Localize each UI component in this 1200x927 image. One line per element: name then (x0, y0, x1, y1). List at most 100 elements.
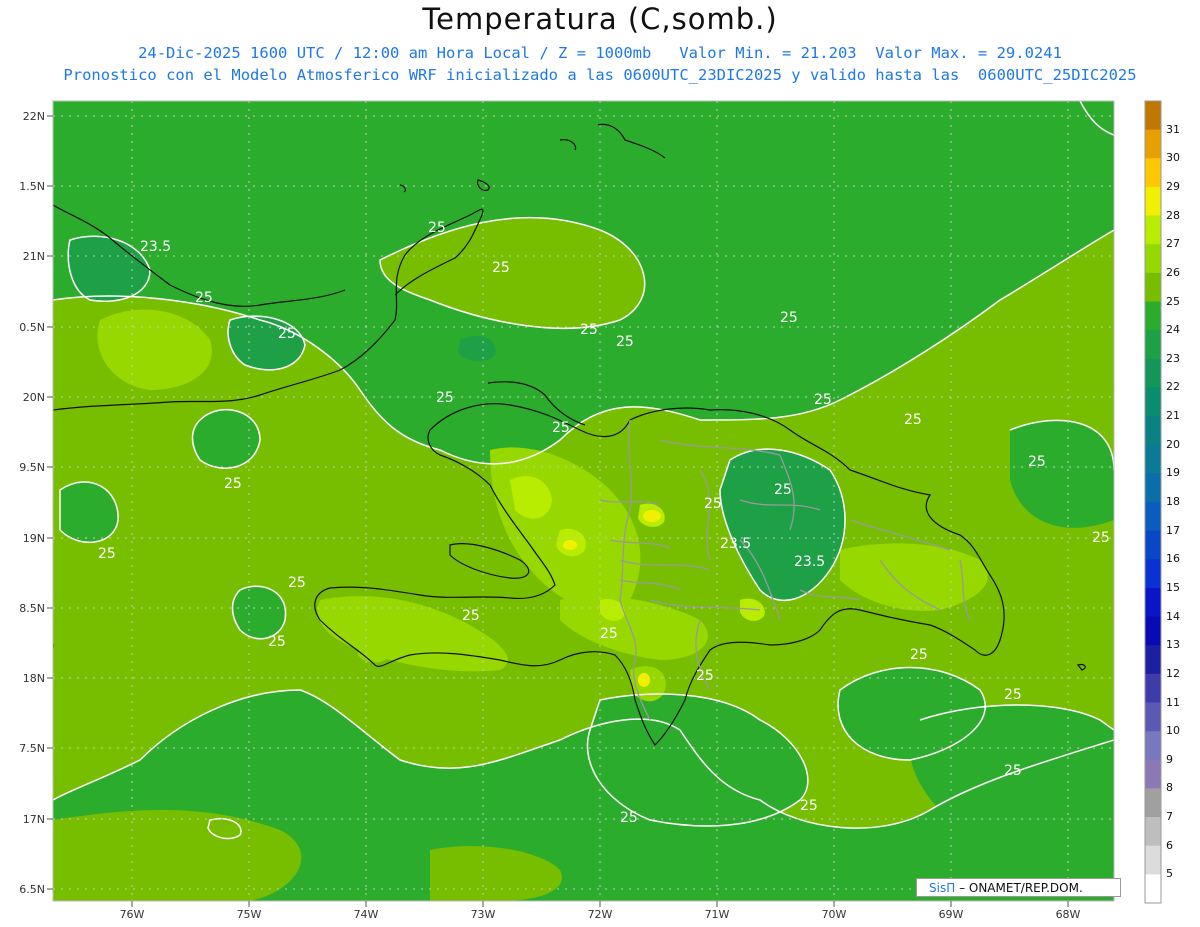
svg-text:25: 25 (600, 626, 618, 642)
lat-label: 9.5N (19, 461, 45, 474)
colorbar-value: 19 (1166, 466, 1180, 480)
colorbar-swatch (1145, 330, 1161, 360)
svg-text:25: 25 (1092, 530, 1110, 546)
svg-text:25: 25 (1028, 454, 1046, 470)
svg-text:25: 25 (436, 390, 454, 406)
lon-label: 72W (587, 908, 613, 921)
svg-text:25: 25 (288, 575, 306, 591)
lon-label: 75W (236, 908, 262, 921)
colorbar-value: 21 (1166, 409, 1180, 423)
svg-text:25: 25 (910, 647, 928, 663)
colorbar-value: 11 (1166, 695, 1180, 709)
colorbar-swatch (1145, 416, 1161, 446)
svg-text:25: 25 (774, 482, 792, 498)
lon-label: 74W (353, 908, 379, 921)
colorbar-value: 29 (1166, 179, 1180, 193)
credit-box: SisΠ – ONAMET/REP.DOM. (916, 878, 1121, 897)
colorbar-swatch (1145, 702, 1161, 732)
svg-text:23.5: 23.5 (140, 239, 171, 255)
lat-label: 17N (22, 813, 45, 826)
colorbar-value: 31 (1166, 122, 1180, 136)
temperature-map: 25 25 25 25 25 25 25 25 25 25 25 25 25 25 25 25 25 2… (47, 100, 1162, 907)
colorbar-value: 27 (1166, 237, 1180, 251)
colorbar-swatch (1145, 788, 1161, 818)
svg-text:25: 25 (278, 326, 296, 342)
svg-text:25: 25 (462, 608, 480, 624)
lon-label: 68W (1055, 908, 1081, 921)
svg-text:25: 25 (696, 668, 714, 684)
colorbar-swatch (1145, 387, 1161, 417)
svg-text:25: 25 (580, 322, 598, 338)
svg-text:25: 25 (620, 810, 638, 826)
svg-text:25: 25 (616, 334, 634, 350)
credit-text: – ONAMET/REP.DOM. (959, 881, 1083, 895)
svg-text:25: 25 (268, 634, 286, 650)
lon-label: 69W (938, 908, 964, 921)
colorbar-value: 30 (1166, 151, 1180, 165)
colorbar-swatch (1145, 244, 1161, 274)
colorbar-value: 22 (1166, 380, 1180, 394)
colorbar-value: 7 (1166, 810, 1173, 824)
colorbar-swatch (1145, 473, 1161, 503)
colorbar-value: 5 (1166, 867, 1173, 881)
svg-text:25: 25 (1004, 687, 1022, 703)
lon-label: 76W (119, 908, 145, 921)
lat-label: 1.5N (19, 180, 45, 193)
colorbar-swatch (1145, 731, 1161, 761)
colorbar-value: 28 (1166, 208, 1180, 222)
colorbar-swatch (1145, 616, 1161, 646)
colorbar-value: 23 (1166, 351, 1180, 365)
colorbar-swatch (1145, 301, 1161, 331)
svg-text:25: 25 (552, 420, 570, 436)
colorbar-swatch (1145, 129, 1161, 159)
colorbar-value: 18 (1166, 495, 1180, 508)
svg-text:25: 25 (780, 310, 798, 326)
colorbar-swatch (1145, 559, 1161, 589)
colorbar-swatch (1145, 101, 1161, 131)
colorbar-value: 25 (1166, 294, 1180, 308)
colorbar-swatch (1145, 186, 1161, 217)
colorbar-swatch (1145, 645, 1161, 675)
svg-text:25: 25 (224, 476, 242, 492)
colorbar-value: 10 (1166, 724, 1180, 738)
colorbar-swatch (1145, 530, 1161, 560)
lat-label: 0.5N (19, 321, 45, 334)
lon-label: 71W (704, 908, 730, 921)
svg-text:25: 25 (1004, 763, 1022, 779)
lon-label: 70W (821, 908, 847, 921)
colorbar-swatch (1145, 502, 1161, 532)
svg-text:23.5: 23.5 (720, 536, 751, 552)
colorbar-value: 16 (1166, 552, 1180, 566)
colorbar-swatch (1145, 272, 1161, 302)
svg-text:25: 25 (98, 546, 116, 562)
colorbar-value: 13 (1166, 638, 1180, 652)
svg-text:25: 25 (904, 412, 922, 428)
colorbar-value: 8 (1166, 781, 1173, 795)
lat-label: 18N (22, 672, 45, 685)
svg-text:25: 25 (195, 290, 213, 306)
colorbar-value: 15 (1166, 580, 1180, 594)
colorbar-swatch (1145, 444, 1161, 474)
colorbar-value: 20 (1166, 437, 1180, 451)
colorbar-value: 26 (1166, 265, 1180, 279)
svg-text:25: 25 (704, 496, 722, 512)
colorbar-swatch (1145, 215, 1161, 245)
lat-label: 22N (22, 110, 45, 123)
colorbar-swatch (1145, 673, 1161, 703)
colorbar-swatch (1145, 874, 1161, 904)
svg-text:25: 25 (492, 260, 510, 276)
sispi-logo-text: SisΠ (929, 881, 956, 895)
colorbar-value: 12 (1166, 666, 1180, 680)
colorbar-swatch (1145, 358, 1161, 388)
svg-text:25: 25 (800, 798, 818, 814)
colorbar-value: 17 (1166, 523, 1180, 537)
colorbar-value: 24 (1166, 323, 1180, 337)
colorbar-swatch (1145, 845, 1161, 875)
colorbar-swatch (1145, 759, 1161, 789)
lat-label: 7.5N (19, 742, 45, 755)
lat-label: 6.5N (19, 883, 45, 896)
lat-label: 21N (22, 250, 45, 263)
colorbar-swatch (1145, 817, 1161, 847)
colorbar-value: 6 (1166, 838, 1173, 852)
colorbar (1144, 100, 1162, 904)
